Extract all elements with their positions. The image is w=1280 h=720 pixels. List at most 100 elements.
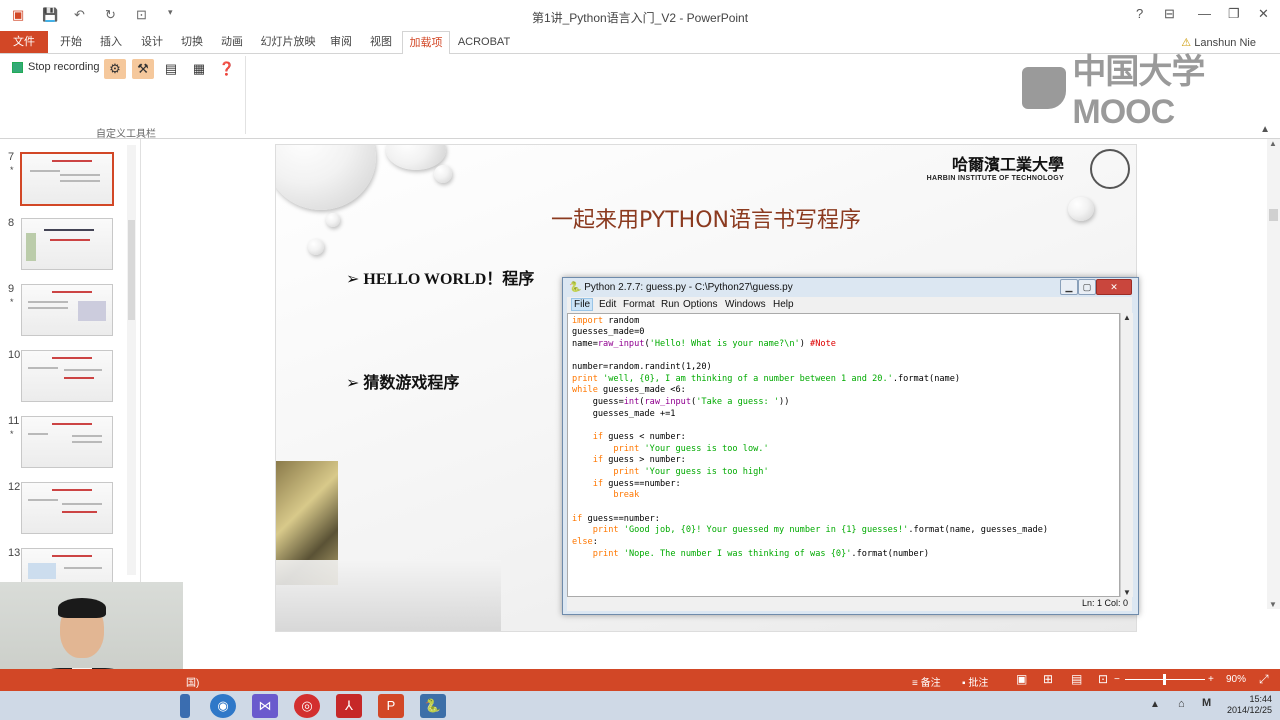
notes-button[interactable]: ≡ 备注 (912, 674, 941, 689)
qq-icon[interactable]: ◉ (210, 694, 236, 718)
tab-transitions[interactable]: 切换 (175, 31, 209, 53)
idle-scrollbar[interactable]: ▲ ▼ (1120, 313, 1133, 597)
menu-options[interactable]: Options (683, 299, 717, 310)
python-idle-icon[interactable]: 🐍 (420, 694, 446, 718)
fit-slide-icon[interactable]: ⤢ (1259, 672, 1269, 687)
bullet-arrow-icon: ➢ (346, 375, 360, 392)
python-icon: 🐍 (569, 282, 582, 293)
code-line: guesses_made +=1 (572, 409, 676, 419)
menu-edit[interactable]: Edit (599, 299, 616, 310)
close-icon[interactable]: ✕ (1258, 6, 1269, 22)
scroll-up-icon[interactable]: ▲ (1123, 313, 1131, 322)
tool-window-icon[interactable]: ▤ (160, 59, 182, 79)
scrollbar-thumb[interactable] (128, 220, 135, 320)
tab-insert[interactable]: 插入 (94, 31, 128, 53)
menu-run[interactable]: Run (661, 299, 679, 310)
slide-title[interactable]: 一起来用PYTHON语言书写程序 (276, 202, 1136, 234)
comments-button[interactable]: ▪ 批注 (962, 674, 988, 689)
menu-format[interactable]: Format (623, 299, 655, 310)
mooc-shape-icon (1022, 67, 1067, 109)
idle-title: Python 2.7.7: guess.py - C:\Python27\gue… (584, 282, 793, 293)
visual-studio-icon[interactable]: ⋈ (252, 694, 278, 718)
thumbnail-slide-7[interactable] (20, 152, 114, 206)
scroll-up-icon[interactable]: ▲ (1269, 139, 1277, 148)
help-button[interactable]: ? (1136, 6, 1143, 21)
network-icon[interactable]: ⌂ (1178, 698, 1185, 710)
code-editor[interactable]: import random guesses_made=0 name=raw_in… (567, 313, 1120, 597)
code-line: print 'Nope. The number I was thinking o… (592, 549, 930, 559)
ribbon-display-icon[interactable]: ⊟ (1164, 6, 1175, 22)
language-status[interactable]: 国) (186, 674, 199, 689)
minimize-icon[interactable]: — (1198, 6, 1211, 21)
tray-up-icon[interactable]: ▲ (1150, 699, 1160, 710)
code-line: guess=int(raw_input('Take a guess: ')) (572, 397, 790, 407)
zoom-out-icon[interactable]: − (1114, 674, 1120, 685)
normal-view-icon[interactable]: ▣ (1016, 672, 1027, 686)
stop-recording-button[interactable]: Stop recording (12, 61, 100, 73)
tab-slideshow[interactable]: 幻灯片放映 (260, 31, 316, 53)
thumbnail-slide-12[interactable] (21, 482, 113, 534)
scroll-down-icon[interactable]: ▼ (1123, 588, 1131, 597)
macro-run-icon[interactable]: ⚒ (132, 59, 154, 79)
code-line: if guess > number: (592, 455, 686, 465)
idle-menu-bar: File Edit Format Run Options Windows Hel… (567, 297, 1132, 313)
code-line: if guess < number: (592, 432, 686, 442)
clock[interactable]: 15:44 2014/12/25 (1227, 694, 1272, 716)
tab-animations[interactable]: 动画 (215, 31, 249, 53)
thumbnails-scrollbar[interactable] (127, 145, 136, 575)
powerpoint-icon[interactable]: P (378, 694, 404, 718)
tool-print-icon[interactable]: ▦ (188, 59, 210, 79)
code-line: print 'well, {0}, I am thinking of a num… (572, 374, 961, 384)
clock-date: 2014/12/25 (1226, 705, 1272, 715)
tab-file[interactable]: 文件 (0, 31, 48, 53)
zoom-slider-thumb[interactable] (1163, 674, 1166, 685)
menu-windows[interactable]: Windows (725, 299, 766, 310)
bullet-guess-game[interactable]: ➢ 猜数游戏程序 (346, 369, 459, 393)
acrobat-icon[interactable]: ⅄ (336, 694, 362, 718)
group-separator (245, 56, 246, 134)
campus-image (276, 560, 501, 631)
netease-music-icon[interactable]: ◎ (294, 694, 320, 718)
thumb-number: 12 (8, 481, 21, 493)
macro-tool-icon[interactable]: ⚙ (104, 59, 126, 79)
reading-view-icon[interactable]: ▤ (1071, 672, 1082, 686)
tab-design[interactable]: 设计 (135, 31, 169, 53)
idle-minimize-icon[interactable]: ▁ (1060, 279, 1078, 295)
menu-file[interactable]: File (571, 298, 594, 311)
menu-help[interactable]: Help (773, 299, 794, 310)
thumb-number: 7 (8, 151, 15, 163)
thumbnail-slide-11[interactable] (21, 416, 113, 468)
help-icon[interactable]: ❓ (216, 59, 238, 79)
tab-view[interactable]: 视图 (364, 31, 398, 53)
slide-sorter-icon[interactable]: ⊞ (1043, 672, 1053, 686)
zoom-level[interactable]: 90% (1226, 674, 1246, 685)
thumbnail-slide-8[interactable] (21, 218, 113, 270)
code-line: print 'Good job, {0}! Your guessed my nu… (592, 525, 1049, 535)
thumb-star: * (10, 165, 14, 175)
thumb-number: 13 (8, 547, 21, 559)
slideshow-view-icon[interactable]: ⊡ (1098, 672, 1108, 686)
thumbnail-slide-10[interactable] (21, 350, 113, 402)
code-line: break (613, 490, 640, 500)
zoom-in-icon[interactable]: + (1208, 674, 1214, 685)
tab-acrobat[interactable]: ACROBAT (456, 31, 512, 53)
scroll-down-icon[interactable]: ▼ (1269, 600, 1277, 609)
tab-review[interactable]: 审阅 (324, 31, 358, 53)
thumbnail-slide-9[interactable] (21, 284, 113, 336)
code-line: import random (572, 316, 640, 326)
idle-close-icon[interactable]: ✕ (1096, 279, 1132, 295)
taskbar-app-icon[interactable] (180, 694, 190, 718)
maximize-icon[interactable]: ❐ (1228, 6, 1240, 22)
tab-addins[interactable]: 加载项 (402, 31, 450, 55)
cursor-position: Ln: 1 Col: 0 (1081, 598, 1128, 608)
tab-home[interactable]: 开始 (54, 31, 88, 53)
water-drop (276, 145, 376, 210)
idle-editor-window[interactable]: 🐍 Python 2.7.7: guess.py - C:\Python27\g… (562, 277, 1139, 615)
bullet-hello-world[interactable]: ➢ HELLO WORLD！程序 (346, 265, 534, 289)
idle-title-bar: 🐍 Python 2.7.7: guess.py - C:\Python27\g… (569, 278, 793, 298)
idle-maximize-icon[interactable]: ▢ (1078, 279, 1096, 295)
code-line: while guesses_made <6: (572, 385, 686, 395)
scrollbar-thumb[interactable] (1269, 209, 1278, 221)
ime-indicator[interactable]: M (1202, 697, 1211, 709)
main-scrollbar[interactable]: ▲ ▼ (1267, 139, 1280, 609)
